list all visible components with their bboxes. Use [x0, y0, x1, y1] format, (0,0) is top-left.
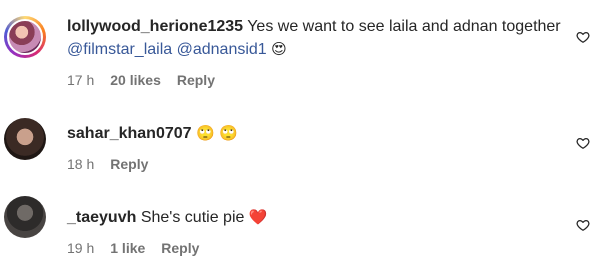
- avatar[interactable]: [4, 118, 46, 160]
- comment-content: sahar_khan0707 🙄 🙄 18 h Reply: [67, 122, 562, 173]
- likes-count[interactable]: 1 like: [110, 239, 145, 257]
- emoji: 🙄 🙄: [195, 124, 239, 142]
- mention-link[interactable]: @adnansid1: [177, 41, 267, 58]
- avatar[interactable]: [4, 196, 46, 238]
- comment-text: _taeyuvh She's cutie pie ❤️: [67, 206, 562, 229]
- comment-timestamp[interactable]: 17 h: [67, 71, 94, 89]
- comment-content: _taeyuvh She's cutie pie ❤️ 19 h 1 like …: [67, 206, 562, 257]
- comment-body: Yes we want to see laila and adnan toget…: [247, 18, 561, 35]
- comment-text: sahar_khan0707 🙄 🙄: [67, 122, 562, 145]
- comment-meta: 19 h 1 like Reply: [67, 239, 562, 257]
- heart-outline-icon[interactable]: [576, 218, 590, 232]
- comment-username[interactable]: lollywood_herione1235: [67, 18, 243, 35]
- comment-body: She's cutie pie: [140, 209, 245, 226]
- comment-timestamp[interactable]: 18 h: [67, 155, 94, 173]
- reply-button[interactable]: Reply: [177, 71, 215, 89]
- reply-button[interactable]: Reply: [161, 239, 199, 257]
- comment-timestamp[interactable]: 19 h: [67, 239, 94, 257]
- comment-item: sahar_khan0707 🙄 🙄 18 h Reply: [0, 112, 602, 182]
- avatar[interactable]: [4, 16, 46, 58]
- comment-content: lollywood_herione1235 Yes we want to see…: [67, 16, 562, 89]
- heart-outline-icon[interactable]: [576, 30, 590, 44]
- reply-button[interactable]: Reply: [110, 155, 148, 173]
- mention-link[interactable]: @filmstar_laila: [67, 41, 172, 58]
- comments-list: lollywood_herione1235 Yes we want to see…: [0, 0, 602, 266]
- heart-emoji: ❤️: [248, 208, 268, 226]
- heart-outline-icon[interactable]: [576, 136, 590, 150]
- comment-meta: 17 h 20 likes Reply: [67, 71, 562, 89]
- comment-text: lollywood_herione1235 Yes we want to see…: [67, 16, 562, 61]
- emoji: 😍: [271, 40, 287, 58]
- likes-count[interactable]: 20 likes: [110, 71, 161, 89]
- comment-username[interactable]: sahar_khan0707: [67, 125, 192, 142]
- comment-username[interactable]: _taeyuvh: [67, 209, 136, 226]
- avatar-image: [7, 19, 43, 55]
- comment-meta: 18 h Reply: [67, 155, 562, 173]
- comment-item: lollywood_herione1235 Yes we want to see…: [0, 10, 602, 100]
- comment-item: _taeyuvh She's cutie pie ❤️ 19 h 1 like …: [0, 196, 602, 266]
